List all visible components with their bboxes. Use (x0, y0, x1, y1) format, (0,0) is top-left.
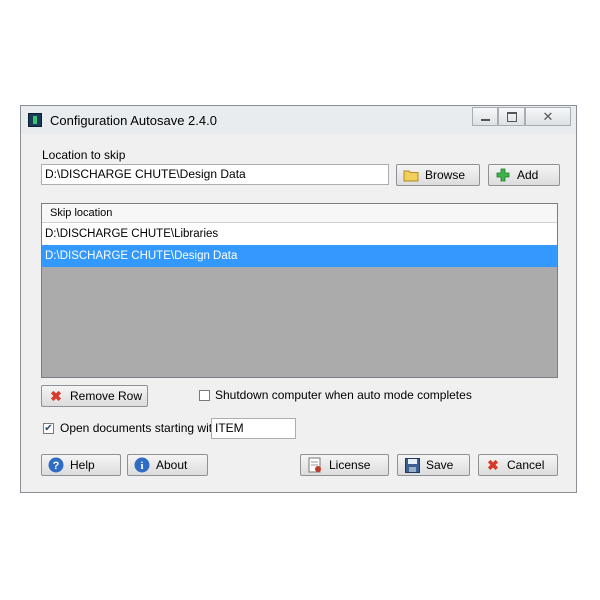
cancel-button[interactable]: ✖ Cancel (478, 454, 558, 476)
remove-row-button[interactable]: ✖ Remove Row (41, 385, 148, 407)
minimize-button[interactable] (472, 107, 498, 126)
cancel-label: Cancel (507, 458, 545, 472)
close-button[interactable]: ✕ (525, 107, 571, 126)
open-documents-label: Open documents starting with (60, 421, 219, 435)
plus-icon (495, 167, 511, 183)
help-button[interactable]: ? Help (41, 454, 121, 476)
title-bar[interactable]: Configuration Autosave 2.4.0 ✕ (21, 106, 576, 134)
config-window: Configuration Autosave 2.4.0 ✕ Location … (20, 105, 577, 493)
minimize-icon (480, 118, 490, 121)
browse-label: Browse (425, 168, 466, 182)
window-title: Configuration Autosave 2.4.0 (50, 113, 217, 128)
about-label: About (156, 458, 188, 472)
about-button[interactable]: i About (127, 454, 208, 476)
list-item-selected[interactable]: D:\DISCHARGE CHUTE\Design Data (42, 245, 557, 267)
document-prefix-input[interactable]: ITEM (211, 418, 296, 439)
info-icon: i (134, 457, 150, 473)
svg-text:?: ? (53, 460, 60, 472)
close-icon: ✕ (542, 108, 554, 124)
location-label: Location to skip (42, 148, 126, 162)
list-item[interactable]: D:\DISCHARGE CHUTE\Libraries (42, 223, 557, 245)
app-icon (28, 113, 42, 127)
column-header-skip-location[interactable]: Skip location (42, 204, 557, 223)
help-label: Help (70, 458, 95, 472)
license-icon (307, 457, 323, 473)
remove-icon: ✖ (50, 387, 62, 404)
browse-button[interactable]: Browse (396, 164, 480, 186)
help-icon: ? (48, 457, 64, 473)
folder-icon (403, 167, 419, 183)
shutdown-checkbox[interactable] (199, 390, 210, 401)
shutdown-label: Shutdown computer when auto mode complet… (215, 388, 472, 402)
license-button[interactable]: License (300, 454, 389, 476)
remove-row-label: Remove Row (70, 389, 143, 403)
save-button[interactable]: Save (397, 454, 470, 476)
license-label: License (329, 458, 371, 472)
svg-text:i: i (140, 460, 143, 472)
add-button[interactable]: Add (488, 164, 560, 186)
maximize-button[interactable] (498, 107, 525, 126)
location-input[interactable]: D:\DISCHARGE CHUTE\Design Data (41, 164, 389, 185)
maximize-icon (506, 111, 517, 122)
add-label: Add (517, 168, 539, 182)
save-label: Save (426, 458, 454, 472)
cancel-icon: ✖ (487, 456, 499, 473)
open-documents-checkbox[interactable]: ✔ (43, 423, 54, 434)
save-icon (404, 457, 420, 473)
skip-location-list[interactable]: Skip location D:\DISCHARGE CHUTE\Librari… (41, 203, 558, 378)
